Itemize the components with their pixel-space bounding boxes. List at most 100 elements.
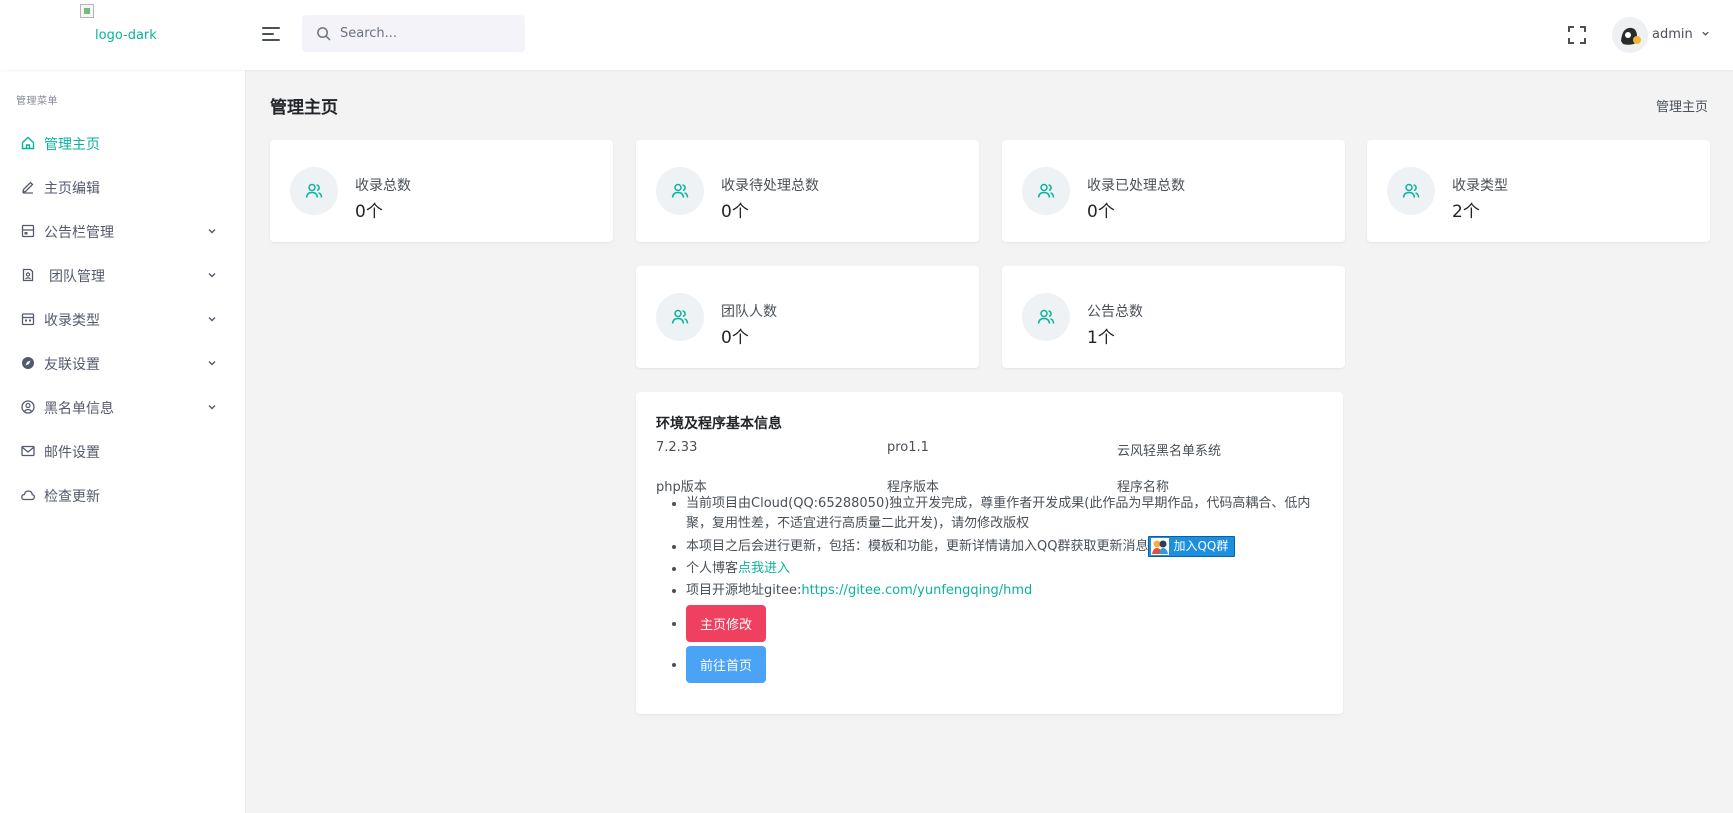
contact-icon — [22, 268, 34, 282]
list-item: 个人博客点我进入 — [686, 559, 1316, 579]
system-info-card: 环境及程序基本信息 7.2.33 pro1.1 云风轻黑名单系统 php版本 程… — [636, 392, 1343, 714]
menu-section-title: 管理菜单 — [16, 96, 58, 107]
page-title: 管理主页 — [270, 98, 338, 118]
topbar: logo-dark admin — [0, 0, 1733, 70]
stat-card-team: 团队人数 0个 — [636, 266, 979, 368]
fullscreen-button[interactable] — [1566, 24, 1588, 46]
stat-card-total: 收录总数 0个 — [270, 140, 613, 242]
stat-label: 团队人数 — [721, 304, 777, 320]
stat-icon-wrap — [290, 167, 338, 215]
program-name-value: 云风轻黑名单系统 — [1117, 444, 1222, 459]
compass-icon — [22, 357, 34, 369]
list-item: 当前项目由Cloud(QQ:65288050)独立开发完成，尊重作者开发成果(此… — [686, 494, 1316, 534]
list-item: 前往首页 — [686, 646, 1316, 683]
mail-icon — [21, 445, 35, 457]
list-item: 主页修改 — [686, 605, 1316, 642]
stat-icon-wrap — [656, 167, 704, 215]
sidebar-item-label: 团队管理 — [49, 269, 105, 285]
program-version-value: pro1.1 — [887, 440, 929, 455]
stat-card-pending: 收录待处理总数 0个 — [636, 140, 979, 242]
sidebar-item-check-update[interactable]: 检查更新 — [0, 475, 246, 515]
php-version-value: 7.2.33 — [656, 440, 698, 455]
chevron-down-icon — [208, 229, 216, 234]
username: admin — [1652, 27, 1693, 42]
stat-value: 0个 — [1087, 202, 1115, 222]
stat-icon-wrap — [1022, 167, 1070, 215]
list-item: 本项目之后会进行更新，包括：模板和功能，更新详情请加入QQ群获取更新消息 加入Q… — [686, 536, 1316, 557]
sidebar-item-blacklist[interactable]: 黑名单信息 — [0, 387, 246, 427]
go-home-button[interactable]: 前往首页 — [686, 646, 767, 683]
chevron-down-icon — [208, 361, 216, 366]
stat-value: 0个 — [721, 202, 749, 222]
sidebar-item-mail-settings[interactable]: 邮件设置 — [0, 431, 246, 471]
stat-label: 收录类型 — [1452, 178, 1508, 194]
sidebar-item-label: 管理主页 — [44, 137, 100, 153]
copyright-note: 当前项目由Cloud(QQ:65288050)独立开发完成，尊重作者开发成果(此… — [686, 496, 1311, 531]
sidebar-item-label: 友联设置 — [44, 357, 100, 373]
sidebar-item-friend-links[interactable]: 友联设置 — [0, 343, 246, 383]
breadcrumb[interactable]: 管理主页 — [1656, 96, 1708, 115]
sidebar: 管理菜单 管理主页 主页编辑 公告栏管理 团队管理 收录类型 友联设置 黑名单信… — [0, 70, 246, 813]
users-icon — [671, 183, 689, 198]
stat-value: 1个 — [1087, 328, 1115, 348]
hamburger-line — [262, 33, 274, 35]
calendar-icon — [21, 313, 35, 326]
qq-group-icon — [1151, 538, 1170, 555]
sidebar-item-label: 收录类型 — [44, 313, 100, 329]
user-circle-icon — [21, 400, 35, 414]
stat-icon-wrap — [1387, 167, 1435, 215]
stat-value: 0个 — [355, 202, 383, 222]
qq-group-label: 加入QQ群 — [1173, 539, 1229, 553]
avatar — [1612, 17, 1648, 53]
stat-value: 2个 — [1452, 202, 1480, 222]
logo-area[interactable]: logo-dark — [0, 0, 246, 70]
repo-prefix: 项目开源地址gitee: — [686, 583, 802, 598]
stat-card-categories: 收录类型 2个 — [1367, 140, 1710, 242]
broken-image-icon — [80, 4, 94, 18]
php-version-label: php版本 — [656, 480, 707, 495]
hamburger-menu-button[interactable] — [262, 23, 284, 45]
sidebar-item-categories[interactable]: 收录类型 — [0, 299, 246, 339]
pencil-icon — [22, 181, 34, 194]
users-icon — [1037, 183, 1055, 198]
hamburger-line — [262, 27, 280, 29]
list-item: 项目开源地址gitee:https://gitee.com/yunfengqin… — [686, 581, 1316, 601]
fullscreen-icon — [1568, 26, 1586, 44]
join-qq-group-button[interactable]: 加入QQ群 — [1148, 536, 1236, 557]
home-icon — [21, 136, 35, 150]
blog-link[interactable]: 点我进入 — [738, 561, 790, 576]
sidebar-item-label: 检查更新 — [44, 489, 100, 505]
sidebar-item-label: 主页编辑 — [44, 181, 100, 197]
sidebar-item-notice-board[interactable]: 公告栏管理 — [0, 211, 246, 251]
repo-link[interactable]: https://gitee.com/yunfengqing/hmd — [801, 583, 1032, 598]
search-box — [302, 15, 525, 52]
blog-prefix: 个人博客 — [686, 561, 739, 576]
users-icon — [671, 309, 689, 324]
chevron-down-icon — [208, 273, 216, 278]
layout-icon — [21, 224, 35, 238]
info-notes-list: 当前项目由Cloud(QQ:65288050)独立开发完成，尊重作者开发成果(此… — [656, 494, 1316, 687]
program-name-label: 程序名称 — [1117, 480, 1170, 495]
update-note: 本项目之后会进行更新，包括：模板和功能，更新详情请加入QQ群获取更新消息 — [686, 539, 1149, 554]
sidebar-item-home-edit[interactable]: 主页编辑 — [0, 167, 246, 207]
stat-value: 0个 — [721, 328, 749, 348]
cloud-icon — [21, 490, 35, 501]
search-input[interactable] — [340, 15, 520, 52]
program-version-label: 程序版本 — [887, 480, 940, 495]
card-title: 环境及程序基本信息 — [656, 416, 782, 432]
chevron-down-icon — [208, 317, 216, 322]
edit-home-button[interactable]: 主页修改 — [686, 605, 767, 642]
sidebar-item-label: 公告栏管理 — [44, 225, 114, 241]
logo-alt-text: logo-dark — [95, 28, 157, 43]
sidebar-item-team[interactable]: 团队管理 — [0, 255, 246, 295]
search-icon — [317, 27, 331, 41]
stat-card-notices: 公告总数 1个 — [1002, 266, 1345, 368]
hamburger-line — [262, 39, 280, 41]
users-icon — [305, 183, 323, 198]
sidebar-item-dashboard[interactable]: 管理主页 — [0, 123, 246, 163]
chevron-down-icon — [1702, 31, 1709, 36]
stat-label: 公告总数 — [1087, 304, 1143, 320]
users-icon — [1037, 309, 1055, 324]
stat-label: 收录待处理总数 — [721, 178, 819, 194]
stat-card-processed: 收录已处理总数 0个 — [1002, 140, 1345, 242]
